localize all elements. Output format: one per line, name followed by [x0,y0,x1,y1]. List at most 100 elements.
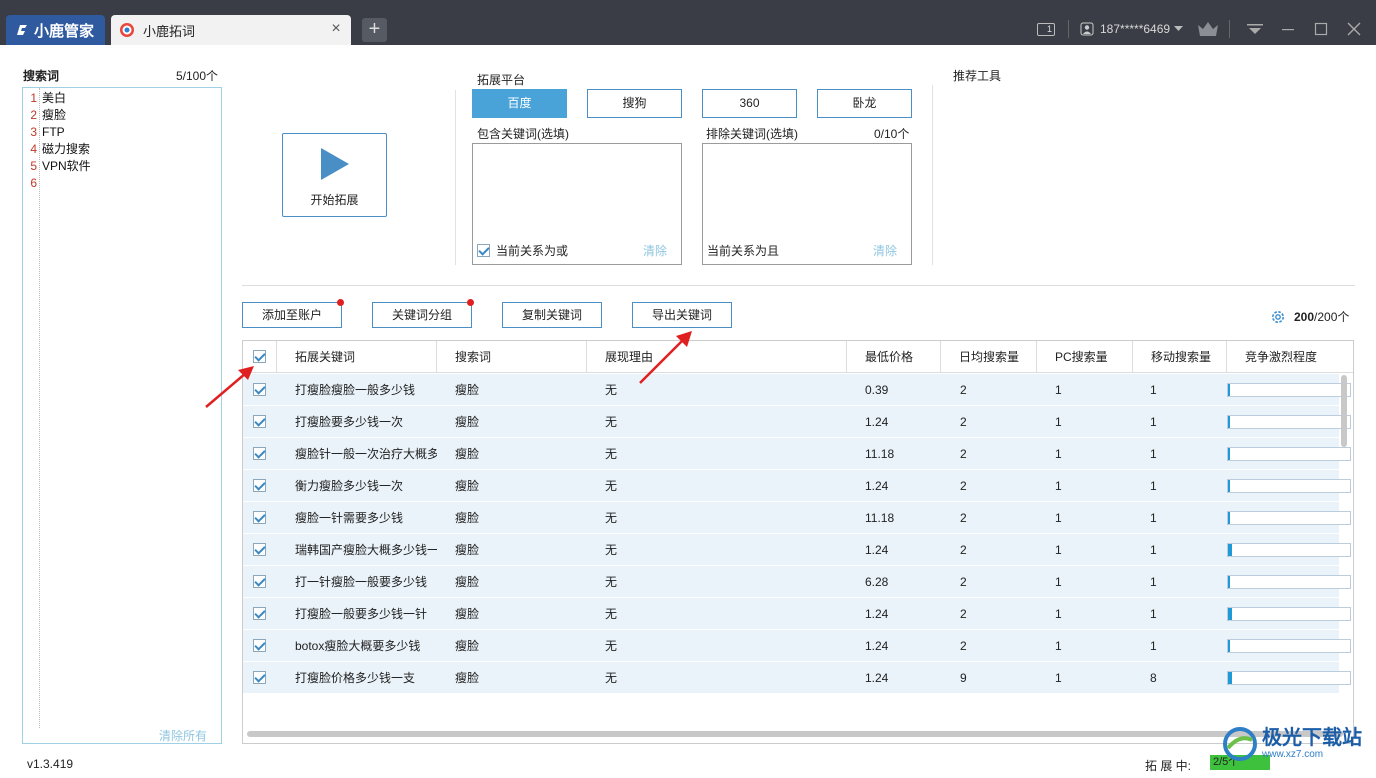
row-checkbox[interactable] [253,607,266,620]
table-row[interactable]: 打瘦脸价格多少钱一支 瘦脸 无 1.24 9 1 8 [243,662,1351,694]
cell-daily-search: 2 [960,639,967,653]
tab-close-icon[interactable]: × [329,21,343,37]
col-search-word[interactable]: 搜索词 [437,341,587,373]
tab-xiaolu-tuoci[interactable]: 小鹿拓词 × [111,15,351,45]
keyword-group-button[interactable]: 关键词分组 [372,302,472,328]
cell-keyword: 打瘦脸要多少钱一次 [295,415,404,429]
cell-mobile-search: 1 [1150,575,1157,589]
line-text: 瘦脸 [42,108,67,122]
cell-mobile-search: 1 [1150,511,1157,525]
competition-bar [1227,415,1351,429]
table-row[interactable]: 瘦脸一针需要多少钱 瘦脸 无 11.18 2 1 1 [243,502,1351,534]
clear-all-link[interactable]: 清除所有 [159,727,207,744]
start-expand-button[interactable]: 开始拓展 [282,133,387,217]
settings-gear-icon[interactable] [1270,309,1286,325]
col-expanded-keyword[interactable]: 拓展关键词 [277,341,437,373]
cell-checkbox [253,662,273,694]
minimize-button[interactable] [1281,18,1295,40]
col-reason[interactable]: 展现理由 [587,341,847,373]
notification-dot [337,299,344,306]
col-competition[interactable]: 竞争激烈程度 [1227,341,1353,373]
row-checkbox[interactable] [253,575,266,588]
brand-tab[interactable]: 小鹿管家 [6,15,105,45]
cell-reason: 无 [605,671,618,685]
row-checkbox[interactable] [253,511,266,524]
row-checkbox[interactable] [253,671,266,684]
separator [1068,20,1069,38]
cell-pc-search: 1 [1055,511,1062,525]
export-keywords-button[interactable]: 导出关键词 [632,302,732,328]
watermark: 极光下载站 www.xz7.com [1222,726,1362,762]
keywords-table: 拓展关键词 搜索词 展现理由 最低价格 日均搜索量 PC搜索量 移动搜索量 竞争… [242,340,1354,744]
competition-bar [1227,607,1351,621]
horizontal-scrollbar[interactable] [247,731,1343,737]
platform-sogou-button[interactable]: 搜狗 [587,89,682,118]
include-clear-link[interactable]: 清除 [643,242,667,259]
table-row[interactable]: botox瘦脸大概要多少钱 瘦脸 无 1.24 2 1 1 [243,630,1351,662]
row-checkbox[interactable] [253,447,266,460]
chevron-down-icon [1174,26,1184,31]
editor-line: 6 [23,174,42,191]
include-relation-checkbox[interactable] [477,244,490,257]
new-tab-button[interactable]: + [362,18,387,42]
platform-baidu-button[interactable]: 百度 [472,89,567,118]
editor-line: 5 VPN软件 [23,157,90,174]
cell-pc-search: 1 [1055,639,1062,653]
include-relation-toggle[interactable]: 当前关系为或 [477,242,568,259]
vip-button[interactable] [1197,18,1219,40]
cell-search-word: 瘦脸 [455,447,480,461]
table-row[interactable]: 打瘦脸一般要多少钱一针 瘦脸 无 1.24 2 1 1 [243,598,1351,630]
row-checkbox[interactable] [253,639,266,652]
row-checkbox[interactable] [253,479,266,492]
cell-search-word: 瘦脸 [455,575,480,589]
col-daily-search[interactable]: 日均搜索量 [941,341,1037,373]
copy-keywords-button[interactable]: 复制关键词 [502,302,602,328]
col-min-price[interactable]: 最低价格 [847,341,941,373]
competition-bar [1227,639,1351,653]
editor-line: 3 FTP [23,123,64,140]
table-row[interactable]: 衡力瘦脸多少钱一次 瘦脸 无 1.24 2 1 1 [243,470,1351,502]
competition-bar-fill [1228,416,1230,428]
cell-min-price: 11.18 [865,511,895,525]
cell-reason: 无 [605,543,618,557]
search-words-editor[interactable]: 1 美白 2 瘦脸 3 FTP 4 磁力搜索 5 VPN软件 6 [22,87,222,744]
table-row[interactable]: 瘦脸针一般一次治疗大概多 瘦脸 无 11.18 2 1 1 [243,438,1351,470]
cell-search-word: 瘦脸 [455,639,480,653]
exclude-clear-link[interactable]: 清除 [873,242,897,259]
cell-pc-search: 1 [1055,415,1062,429]
dropdown-menu-icon [1247,24,1263,34]
cell-min-price: 1.24 [865,479,889,493]
platform-360-button[interactable]: 360 [702,89,797,118]
vertical-scrollbar[interactable] [1341,375,1347,447]
col-mobile-search[interactable]: 移动搜索量 [1133,341,1227,373]
menu-button[interactable] [1247,18,1263,40]
cell-pc-search: 1 [1055,543,1062,557]
close-window-button[interactable] [1347,18,1361,40]
user-menu[interactable]: 187*****6469 [1080,18,1184,40]
table-row[interactable]: 打瘦脸瘦脸一般多少钱 瘦脸无 0.39 2 1 1 [243,374,1351,406]
divider [932,85,933,265]
competition-bar-fill [1228,608,1232,620]
platform-wolong-button[interactable]: 卧龙 [817,89,912,118]
cell-pc-search: 1 [1055,671,1062,685]
table-row[interactable]: 瑞韩国产瘦脸大概多少钱一 瘦脸 无 1.24 2 1 1 [243,534,1351,566]
line-number: 5 [30,158,37,173]
annotation-arrow-icon [639,331,692,384]
add-to-account-button[interactable]: 添加至账户 [242,302,342,328]
maximize-button[interactable] [1314,18,1328,40]
window-count[interactable]: 1 [1037,18,1055,40]
divider [455,90,456,265]
watermark-text: 极光下载站 www.xz7.com [1262,727,1362,761]
line-text: 磁力搜索 [42,142,91,156]
cell-daily-search: 2 [960,575,967,589]
row-checkbox[interactable] [253,543,266,556]
brand-name: 小鹿管家 [34,22,95,40]
exclude-keywords-input[interactable]: 当前关系为且 清除 [702,143,912,265]
table-row[interactable]: 打瘦脸要多少钱一次 瘦脸 无 1.24 2 1 1 [243,406,1351,438]
row-checkbox[interactable] [253,415,266,428]
cell-mobile-search: 1 [1150,543,1157,557]
table-row[interactable]: 打一针瘦脸一般要多少钱 瘦脸 无 6.28 2 1 1 [243,566,1351,598]
cell-daily-search: 2 [960,511,967,525]
include-keywords-input[interactable]: 当前关系为或 清除 [472,143,682,265]
col-pc-search[interactable]: PC搜索量 [1037,341,1133,373]
